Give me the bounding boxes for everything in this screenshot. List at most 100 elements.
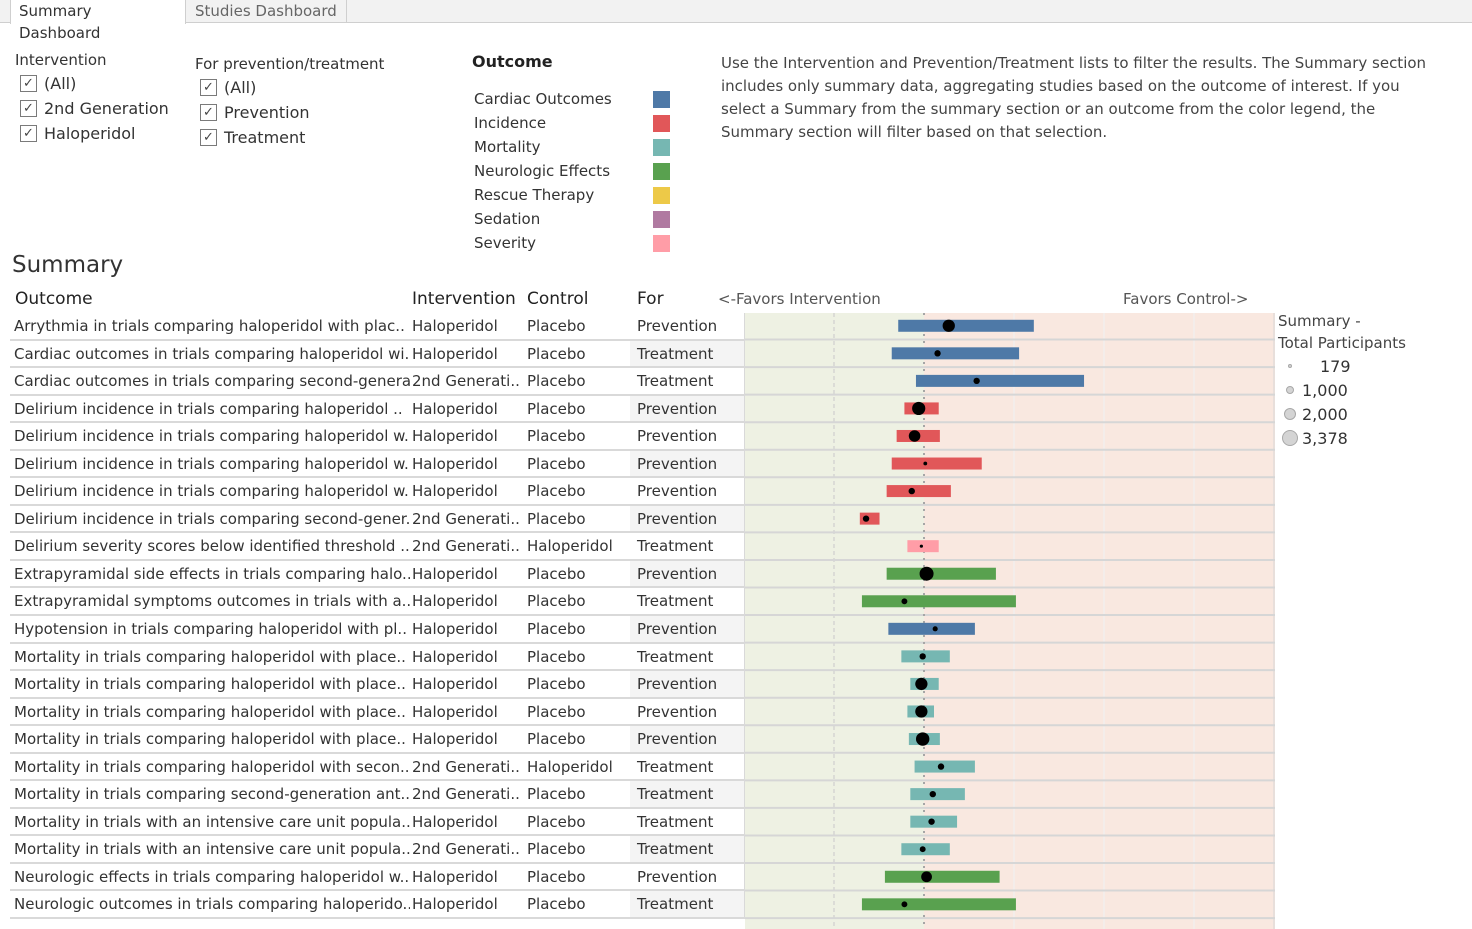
legend-item-sedation[interactable]: Sedation (472, 207, 682, 231)
axis-label-favors-control: Favors Control-> (1123, 290, 1249, 308)
control-cell: Placebo (527, 482, 586, 501)
outcome-cell: Neurologic outcomes in trials comparing … (14, 895, 410, 914)
intervention-option-2nd-generation[interactable]: ✓ 2nd Generation (15, 96, 169, 121)
size-legend-item: 179 (1278, 354, 1468, 378)
intervention-option-all[interactable]: ✓ (All) (15, 71, 169, 96)
point-estimate (973, 377, 980, 385)
checkbox-checked-icon[interactable]: ✓ (200, 104, 217, 121)
column-header-control[interactable]: Control (527, 289, 588, 313)
point-estimate (919, 566, 934, 581)
checkbox-checked-icon[interactable]: ✓ (20, 125, 37, 142)
checkbox-checked-icon[interactable]: ✓ (20, 75, 37, 92)
color-swatch[interactable] (653, 210, 670, 228)
legend-item-label: Severity (474, 234, 536, 252)
legend-item-rescue-therapy[interactable]: Rescue Therapy (472, 183, 682, 207)
color-swatch[interactable] (653, 186, 670, 204)
outcome-cell: Arrythmia in trials comparing haloperido… (14, 317, 405, 335)
confidence-interval-bar (861, 898, 1016, 911)
confidence-interval-bar (886, 485, 951, 498)
for-option-prevention[interactable]: ✓ Prevention (195, 100, 384, 125)
confidence-interval-bar (861, 595, 1016, 608)
control-cell: Placebo (527, 647, 586, 666)
size-legend-title-line1: Summary - (1278, 312, 1361, 330)
for-cell: Treatment (630, 891, 745, 918)
tab-studies-dashboard[interactable]: Studies Dashboard (187, 0, 347, 23)
column-header-for[interactable]: For (637, 289, 664, 313)
intervention-option-haloperidol[interactable]: ✓ Haloperidol (15, 121, 169, 146)
checkbox-checked-icon[interactable]: ✓ (200, 129, 217, 146)
for-cell: Treatment (630, 753, 745, 780)
legend-item-mortality[interactable]: Mortality (472, 135, 682, 159)
checkbox-checked-icon[interactable]: ✓ (200, 79, 217, 96)
color-swatch[interactable] (653, 114, 670, 132)
point-estimate (915, 677, 928, 691)
color-swatch[interactable] (653, 138, 670, 156)
control-cell: Placebo (527, 344, 586, 363)
size-legend-item: 3,378 (1278, 426, 1468, 450)
point-estimate (915, 705, 928, 718)
point-estimate (934, 350, 941, 357)
instructions-text: Use the Intervention and Prevention/Trea… (721, 54, 1427, 141)
control-cell: Placebo (527, 509, 586, 528)
tab-summary-dashboard[interactable]: Summary Dashboard (10, 0, 186, 42)
control-cell: Placebo (527, 840, 586, 859)
point-estimate (919, 544, 923, 548)
intervention-cell: 2nd Generati.. (412, 509, 520, 528)
confidence-interval-bar (910, 788, 965, 801)
color-swatch[interactable] (653, 90, 670, 108)
legend-item-cardiac-outcomes[interactable]: Cardiac Outcomes (472, 87, 682, 111)
for-cell: Treatment (630, 588, 745, 615)
control-cell: Placebo (527, 895, 586, 914)
favors-control-region (924, 313, 1275, 929)
participants-size-legend: Summary - Total Participants 179 1,000 2,0… (1278, 310, 1468, 450)
outcome-color-legend: Outcome Cardiac Outcomes Incidence Mortali… (472, 52, 682, 255)
control-cell: Placebo (527, 454, 586, 473)
size-legend-circle-wrap (1278, 364, 1302, 368)
outcome-cell: Hypotension in trials comparing haloperi… (14, 620, 407, 639)
legend-item-label: Sedation (474, 210, 541, 228)
axis-label-favors-intervention: <-Favors Intervention (718, 290, 881, 308)
size-legend-title-line2: Total Participants (1278, 334, 1406, 352)
control-cell: Placebo (527, 785, 586, 804)
point-estimate (919, 846, 926, 853)
column-header-intervention[interactable]: Intervention (412, 289, 516, 313)
for-cell: Prevention (630, 616, 745, 642)
column-header-outcome[interactable]: Outcome (15, 289, 93, 313)
intervention-cell: Haloperidol (412, 482, 498, 501)
outcome-legend-title: Outcome (472, 52, 553, 71)
forest-plot (745, 313, 1275, 929)
outcome-cell: Mortality in trials comparing haloperido… (14, 675, 406, 694)
confidence-interval-bar (907, 540, 939, 553)
intervention-cell: Haloperidol (412, 675, 498, 694)
option-label: Treatment (224, 128, 306, 147)
intervention-cell: Haloperidol (412, 895, 498, 914)
legend-item-severity[interactable]: Severity (472, 231, 682, 255)
outcome-cell: Mortality in trials comparing haloperido… (14, 702, 406, 721)
point-estimate (919, 653, 926, 660)
checkbox-checked-icon[interactable]: ✓ (20, 100, 37, 117)
intervention-cell: Haloperidol (412, 592, 498, 611)
control-cell: Placebo (527, 702, 586, 721)
for-option-all[interactable]: ✓ (All) (195, 75, 384, 100)
intervention-cell: Haloperidol (412, 427, 498, 446)
control-cell: Placebo (527, 317, 586, 335)
outcome-cell: Cardiac outcomes in trials comparing sec… (14, 372, 410, 391)
control-cell: Placebo (527, 592, 586, 611)
intervention-cell: Haloperidol (412, 730, 498, 749)
point-estimate (923, 461, 928, 466)
legend-item-neurologic-effects[interactable]: Neurologic Effects (472, 159, 682, 183)
color-swatch[interactable] (653, 162, 670, 180)
point-estimate (937, 763, 945, 770)
intervention-cell: 2nd Generati.. (412, 757, 520, 776)
legend-item-incidence[interactable]: Incidence (472, 111, 682, 135)
outcome-cell: Neurologic effects in trials comparing h… (14, 867, 410, 886)
color-swatch[interactable] (653, 234, 670, 252)
for-option-treatment[interactable]: ✓ Treatment (195, 125, 384, 150)
legend-item-label: Mortality (474, 138, 541, 156)
for-cell: Prevention (630, 313, 745, 339)
intervention-cell: Haloperidol (412, 317, 498, 335)
intervention-cell: Haloperidol (412, 454, 498, 473)
for-cell: Treatment (630, 340, 745, 367)
size-legend-circle-wrap (1278, 385, 1302, 395)
point-estimate (862, 515, 870, 522)
